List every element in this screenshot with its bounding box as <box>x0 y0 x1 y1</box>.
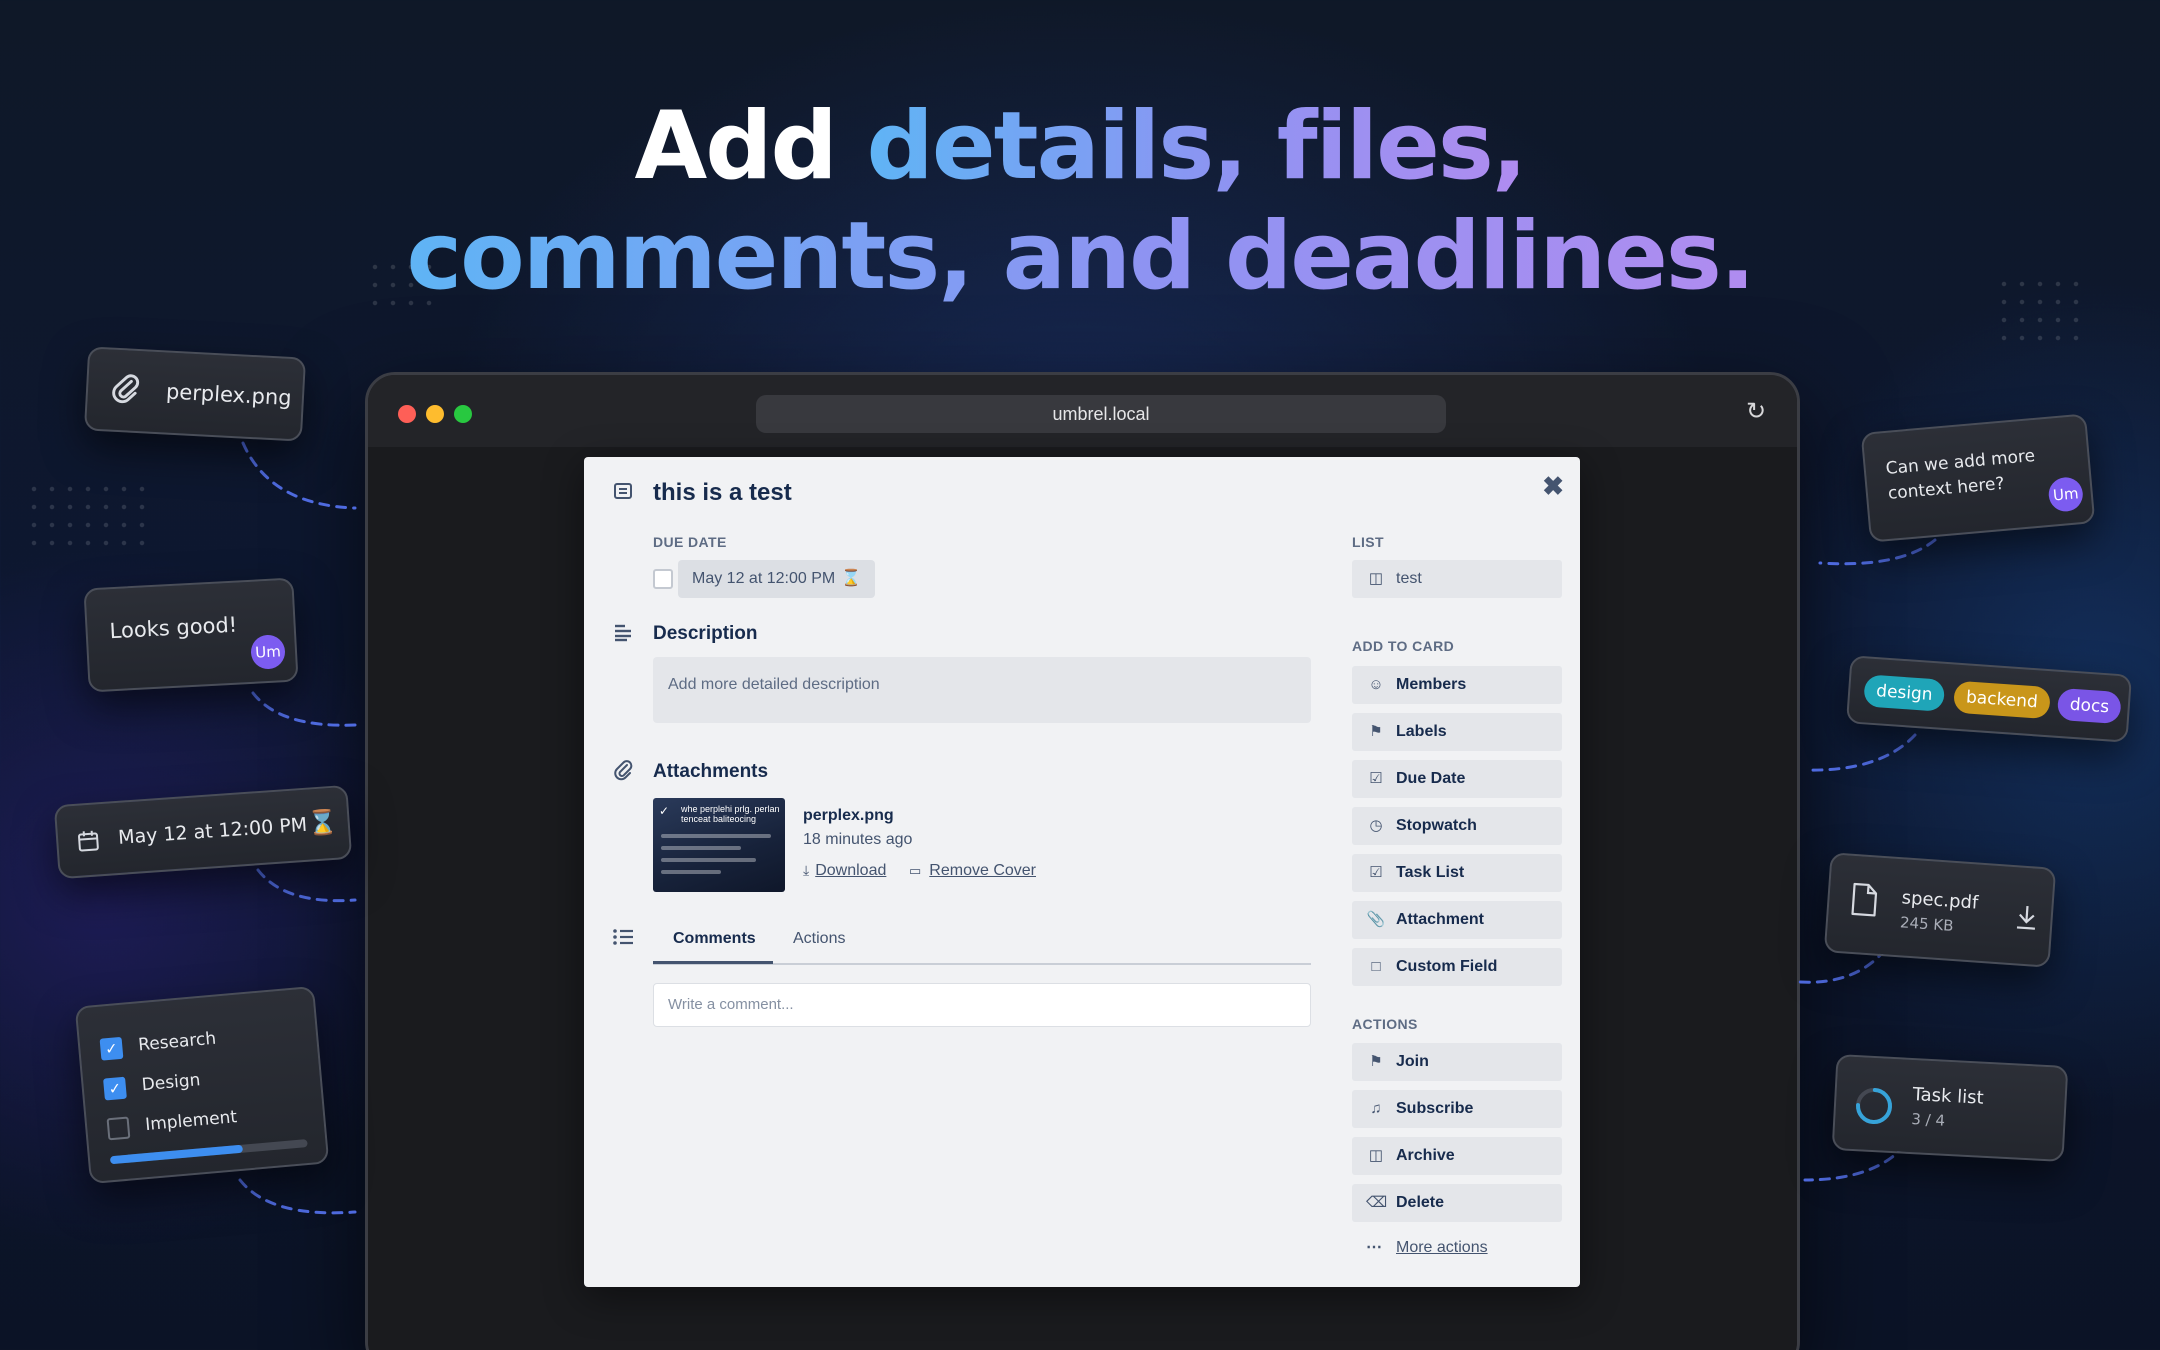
spec-file-size: 245 KB <box>1899 913 1955 935</box>
checkbox-unchecked <box>106 1116 131 1141</box>
hourglass-icon: ⌛ <box>306 807 339 838</box>
spec-file-name: spec.pdf <box>1901 887 1979 914</box>
avatar: Um <box>2047 475 2085 513</box>
task-list-card: Task list 3 / 4 <box>1831 1053 2069 1163</box>
label-docs: docs <box>2056 687 2123 725</box>
document-icon <box>1850 882 1879 922</box>
comment-card: Looks good! Um <box>83 577 299 693</box>
checkbox-checked: ✓ <box>103 1076 127 1101</box>
checklist-item-design: Design <box>140 1070 202 1096</box>
label-design: design <box>1863 674 1946 712</box>
file-chip-name: perplex.png <box>165 379 293 411</box>
checklist-item-implement: Implement <box>144 1107 238 1136</box>
label-backend: backend <box>1952 680 2051 720</box>
file-chip-card: perplex.png <box>83 346 307 442</box>
task-list-title: Task list <box>1912 1084 1985 1109</box>
due-date-text: May 12 at 12:00 PM <box>117 813 308 849</box>
download-icon[interactable] <box>2014 903 2040 935</box>
comment-text: Looks good! <box>109 612 238 644</box>
task-list-count: 3 / 4 <box>1910 1110 1946 1130</box>
comment-card: Can we add more context here? Um <box>1860 413 2096 543</box>
calendar-icon <box>76 828 102 858</box>
task-progress-ring <box>1855 1088 1892 1125</box>
paperclip-icon <box>109 372 141 410</box>
checkbox-checked: ✓ <box>99 1036 124 1061</box>
avatar: Um <box>250 634 286 670</box>
checklist-progress-fill <box>109 1144 243 1165</box>
checklist-item-research: Research <box>137 1028 217 1056</box>
checklist-card: ✓ Research ✓ Design Implement <box>74 985 330 1185</box>
file-download-card: spec.pdf 245 KB <box>1823 852 2057 968</box>
comment-text: Can we add more context here? <box>1884 445 2036 504</box>
checklist-progress-track <box>109 1139 308 1165</box>
